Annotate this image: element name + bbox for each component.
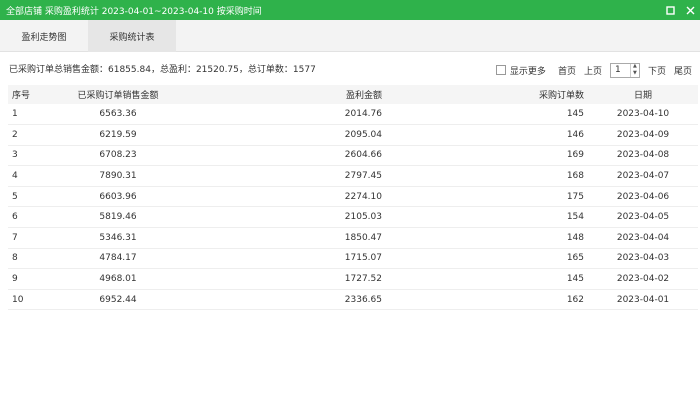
cell-date: 2023-04-09: [616, 129, 670, 140]
cell-index: 10: [12, 294, 24, 305]
cell-date: 2023-04-06: [616, 191, 670, 202]
table-row[interactable]: 10 6952.44 2336.65 162 2023-04-01: [8, 289, 698, 310]
cell-sales-amount: 6563.36: [99, 109, 137, 120]
cell-order-count: 154: [566, 212, 584, 223]
cell-order-count: 145: [566, 109, 584, 120]
cell-index: 8: [12, 253, 18, 264]
header-order-count[interactable]: 采购订单数: [388, 85, 588, 104]
table-body: 1 6563.36 2014.76 145 2023-04-10 2 6219.59 2095…: [8, 104, 698, 310]
cell-date: 2023-04-03: [616, 253, 670, 264]
spin-down-icon[interactable]: ▼: [631, 70, 639, 77]
cell-profit-amount: 2336.65: [344, 294, 382, 305]
cell-order-count: 145: [566, 274, 584, 285]
cell-date: 2023-04-08: [616, 150, 670, 161]
cell-profit-amount: 1850.47: [344, 232, 382, 243]
show-more-checkbox[interactable]: [495, 65, 506, 75]
cell-sales-amount: 6708.23: [99, 150, 137, 161]
cell-sales-amount: 6219.59: [99, 129, 137, 140]
cell-sales-amount: 7890.31: [99, 171, 137, 182]
cell-order-count: 175: [566, 191, 584, 202]
cell-order-count: 169: [566, 150, 584, 161]
cell-sales-amount: 5819.46: [99, 212, 137, 223]
cell-profit-amount: 1715.07: [344, 253, 382, 264]
cell-order-count: 146: [566, 129, 584, 140]
table-row[interactable]: 8 4784.17 1715.07 165 2023-04-03: [8, 248, 698, 269]
prev-page-link[interactable]: 上页: [584, 64, 602, 77]
cell-index: 4: [12, 171, 18, 182]
last-page-link[interactable]: 尾页: [674, 64, 692, 77]
cell-date: 2023-04-05: [616, 212, 670, 223]
cell-sales-amount: 4968.01: [99, 274, 137, 285]
cell-index: 1: [12, 109, 18, 120]
show-more-label: 显示更多: [509, 66, 546, 77]
table-row[interactable]: 6 5819.46 2105.03 154 2023-04-05: [8, 207, 698, 228]
close-button[interactable]: [680, 0, 700, 20]
tab-label: 采购统计表: [109, 32, 155, 43]
cell-date: 2023-04-07: [616, 171, 670, 182]
cell-order-count: 148: [566, 232, 584, 243]
summary-text: 已采购订单总销售金额：61855.84，总盈利：21520.75，总订单数：15…: [9, 65, 316, 75]
first-page-link[interactable]: 首页: [558, 64, 576, 77]
cell-index: 7: [12, 232, 18, 243]
maximize-icon: [665, 5, 675, 15]
table-row[interactable]: 9 4968.01 1727.52 145 2023-04-02: [8, 269, 698, 290]
table-row[interactable]: 7 5346.31 1850.47 148 2023-04-04: [8, 228, 698, 249]
cell-sales-amount: 6603.96: [99, 191, 137, 202]
cell-profit-amount: 2105.03: [344, 212, 382, 223]
title-bar: 全部店铺 采购盈利统计 2023-04-01~2023-04-10 按采购时间: [0, 0, 700, 20]
maximize-button[interactable]: [660, 0, 680, 20]
cell-profit-amount: 1727.52: [344, 274, 382, 285]
table-row[interactable]: 1 6563.36 2014.76 145 2023-04-10: [8, 104, 698, 125]
cell-order-count: 165: [566, 253, 584, 264]
cell-order-count: 168: [566, 171, 584, 182]
window-title: 全部店铺 采购盈利统计 2023-04-01~2023-04-10 按采购时间: [6, 6, 262, 17]
cell-profit-amount: 2274.10: [344, 191, 382, 202]
cell-sales-amount: 6952.44: [99, 294, 137, 305]
summary-bar: 已采购订单总销售金额：61855.84，总盈利：21520.75，总订单数：15…: [0, 58, 700, 82]
table-header-row: 序号 已采购订单销售金额 盈利金额 采购订单数 日期: [8, 85, 698, 104]
cell-sales-amount: 4784.17: [99, 253, 137, 264]
cell-date: 2023-04-10: [616, 109, 670, 120]
page-number-stepper[interactable]: 1 ▲ ▼: [609, 62, 640, 78]
table-row[interactable]: 3 6708.23 2604.66 169 2023-04-08: [8, 145, 698, 166]
header-sales-amount[interactable]: 已采购订单销售金额: [38, 85, 198, 104]
table-row[interactable]: 5 6603.96 2274.10 175 2023-04-06: [8, 186, 698, 207]
cell-sales-amount: 5346.31: [99, 232, 137, 243]
pager: 显示更多 首页 上页 1 ▲ ▼ 下页 尾页: [495, 58, 692, 82]
tab-bar: 盈利走势图 采购统计表: [0, 20, 700, 52]
cell-index: 5: [12, 191, 18, 202]
cell-date: 2023-04-04: [616, 232, 670, 243]
cell-profit-amount: 2095.04: [344, 129, 382, 140]
header-index[interactable]: 序号: [8, 85, 38, 104]
tab-label: 盈利走势图: [21, 32, 67, 43]
purchase-stats-table: 序号 已采购订单销售金额 盈利金额 采购订单数 日期 1 6563.36 2014.…: [8, 85, 698, 310]
header-profit-amount[interactable]: 盈利金额: [198, 85, 388, 104]
header-date[interactable]: 日期: [588, 85, 698, 104]
cell-profit-amount: 2604.66: [344, 150, 382, 161]
tab-profit-trend[interactable]: 盈利走势图: [0, 20, 88, 52]
cell-index: 9: [12, 274, 18, 285]
cell-index: 3: [12, 150, 18, 161]
table-row[interactable]: 4 7890.31 2797.45 168 2023-04-07: [8, 166, 698, 187]
next-page-link[interactable]: 下页: [648, 64, 666, 77]
cell-index: 2: [12, 129, 18, 140]
tab-purchase-stats[interactable]: 采购统计表: [88, 20, 176, 52]
page-spinner: ▲ ▼: [629, 63, 639, 77]
close-icon: [686, 6, 694, 14]
cell-date: 2023-04-01: [616, 294, 670, 305]
table-row[interactable]: 2 6219.59 2095.04 146 2023-04-09: [8, 125, 698, 146]
page-number-value[interactable]: 1: [611, 64, 630, 77]
cell-order-count: 162: [566, 294, 584, 305]
cell-index: 6: [12, 212, 18, 223]
cell-profit-amount: 2797.45: [344, 171, 382, 182]
cell-date: 2023-04-02: [616, 274, 670, 285]
cell-profit-amount: 2014.76: [344, 109, 382, 120]
